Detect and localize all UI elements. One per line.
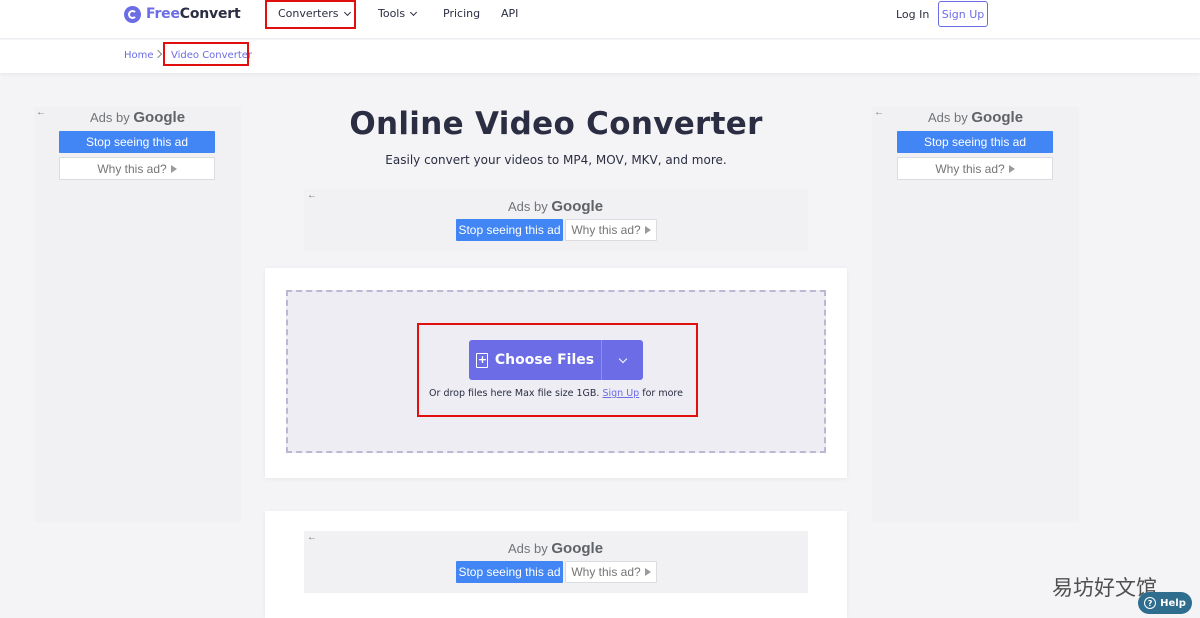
nav-api[interactable]: API: [501, 7, 518, 20]
nav-pricing[interactable]: Pricing: [443, 7, 480, 20]
left-ad: ← Ads by Google Stop seeing this ad Why …: [34, 107, 241, 522]
stop-seeing-ad-button[interactable]: Stop seeing this ad: [456, 561, 563, 583]
page-subtitle: Easily convert your videos to MP4, MOV, …: [330, 153, 782, 167]
ad-back-icon[interactable]: ←: [307, 190, 317, 201]
ads-by-google: Ads by Google: [928, 109, 1023, 126]
right-ad: ← Ads by Google Stop seeing this ad Why …: [872, 107, 1079, 522]
ad-back-icon[interactable]: ←: [307, 532, 317, 543]
stop-seeing-ad-button[interactable]: Stop seeing this ad: [59, 131, 215, 153]
help-button[interactable]: ? Help: [1138, 592, 1192, 614]
top-navigation: FreeConvert Converters Tools Pricing API…: [0, 0, 1200, 39]
why-this-ad-button[interactable]: Why this ad?: [565, 219, 657, 241]
chevron-down-icon: [410, 8, 417, 15]
question-icon: ?: [1144, 597, 1156, 609]
ad-back-icon[interactable]: ←: [36, 107, 46, 118]
play-icon: [645, 226, 651, 234]
nav-api-label: API: [501, 7, 518, 20]
logo-text: FreeConvert: [146, 6, 240, 22]
nav-pricing-label: Pricing: [443, 7, 480, 20]
ads-by-google: Ads by Google: [508, 540, 603, 557]
why-this-ad-button[interactable]: Why this ad?: [565, 561, 657, 583]
highlight-upload: [417, 323, 698, 417]
nav-tools[interactable]: Tools: [378, 7, 416, 20]
login-link[interactable]: Log In: [896, 8, 929, 21]
highlight-converters: [265, 0, 356, 29]
logo[interactable]: FreeConvert: [124, 5, 240, 23]
stop-seeing-ad-button[interactable]: Stop seeing this ad: [456, 219, 563, 241]
logo-icon: [124, 6, 141, 23]
nav-tools-label: Tools: [378, 7, 405, 20]
inline-ad-bottom: ← Ads by Google Stop seeing this ad Why …: [304, 531, 808, 593]
help-label: Help: [1160, 598, 1186, 609]
why-this-ad-button[interactable]: Why this ad?: [897, 157, 1053, 180]
page-title: Online Video Converter: [330, 106, 782, 142]
play-icon: [171, 165, 177, 173]
inline-ad-top: ← Ads by Google Stop seeing this ad Why …: [304, 189, 808, 251]
why-this-ad-button[interactable]: Why this ad?: [59, 157, 215, 180]
ads-by-google: Ads by Google: [90, 109, 185, 126]
ads-by-google: Ads by Google: [508, 198, 603, 215]
chevron-right-icon: [154, 50, 162, 58]
ad-back-icon[interactable]: ←: [874, 107, 884, 118]
highlight-breadcrumb: [163, 42, 249, 66]
play-icon: [1009, 165, 1015, 173]
breadcrumb-home[interactable]: Home: [124, 50, 154, 61]
play-icon: [645, 568, 651, 576]
stop-seeing-ad-button[interactable]: Stop seeing this ad: [897, 131, 1053, 153]
signup-button[interactable]: Sign Up: [938, 1, 988, 27]
